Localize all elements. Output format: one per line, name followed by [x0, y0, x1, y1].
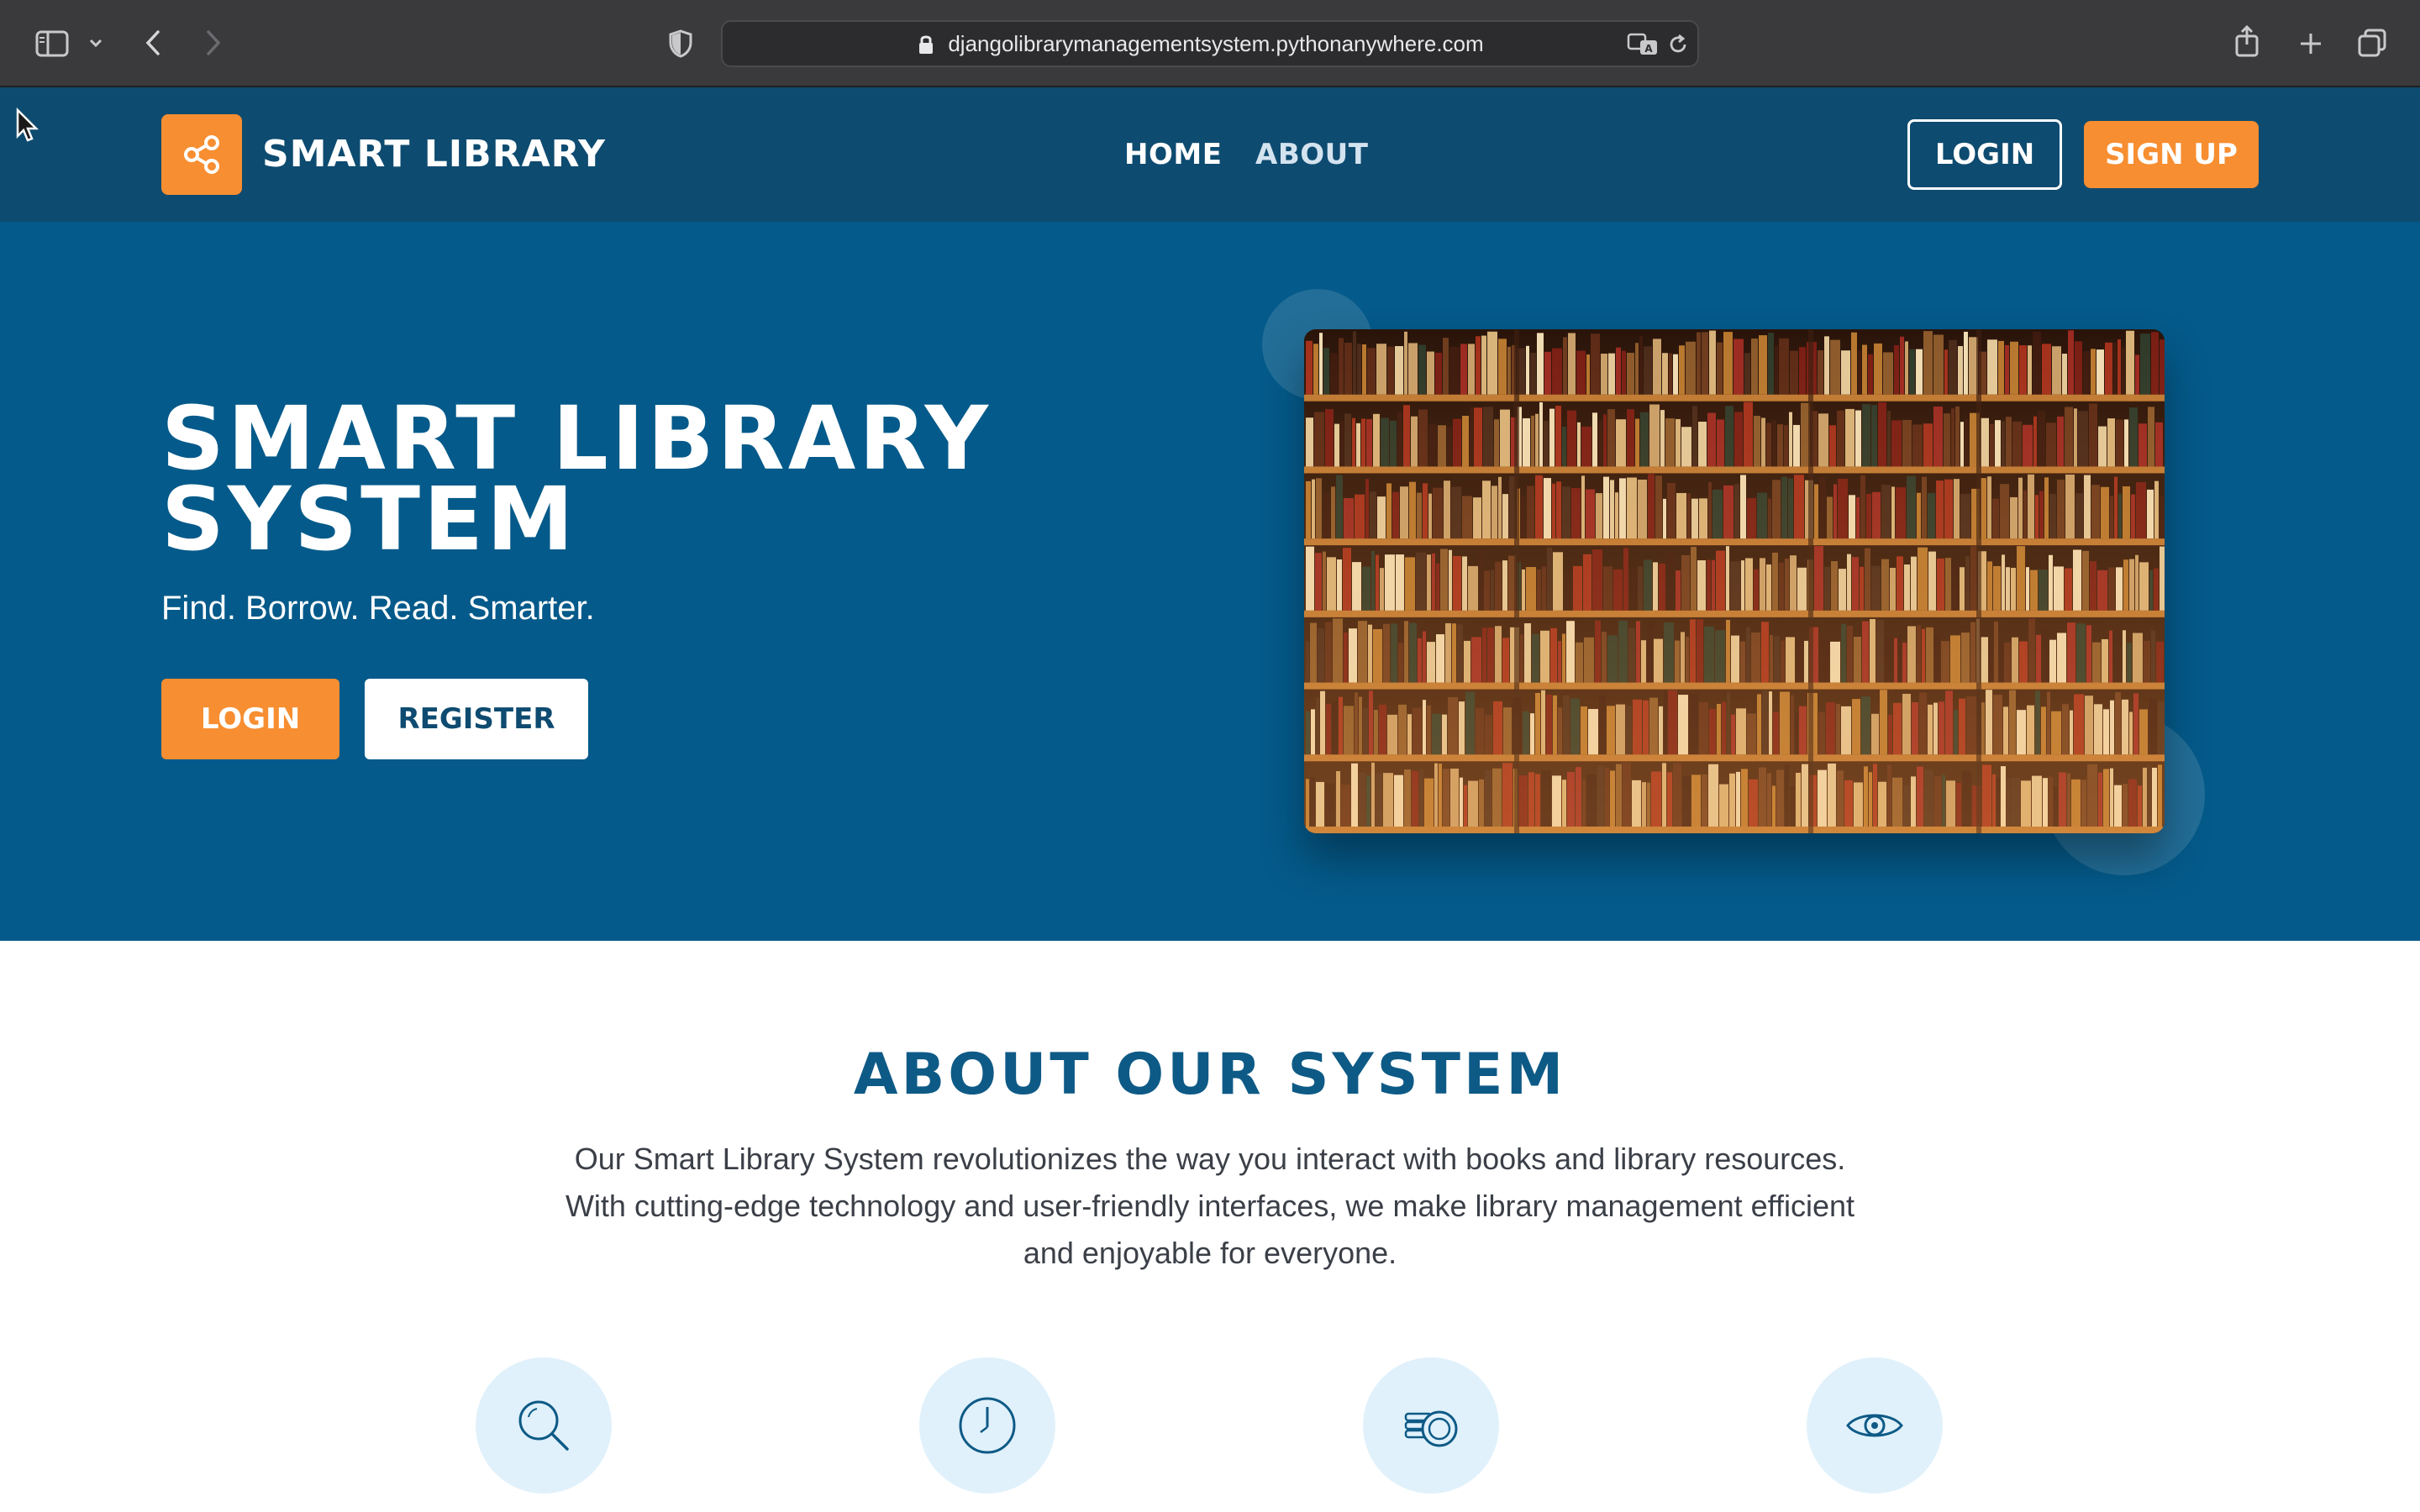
brand-name[interactable]: SMART LIBRARY	[262, 133, 606, 176]
clock-icon	[959, 1397, 1016, 1454]
about-text-line: With cutting-edge technology and user-fr…	[565, 1189, 1855, 1223]
about-text-line: Our Smart Library System revolutionizes …	[574, 1142, 1846, 1176]
hero-login-button[interactable]: LOGIN	[161, 679, 339, 759]
nav-about-link[interactable]: ABOUT	[1255, 134, 1368, 175]
reload-icon[interactable]	[1667, 34, 1689, 55]
about-title: ABOUT OUR SYSTEM	[853, 1042, 1567, 1108]
back-icon[interactable]	[138, 25, 168, 60]
hero-title-line: SYSTEM	[161, 468, 577, 570]
nav-home-link[interactable]: HOME	[1124, 134, 1222, 175]
brand-logo[interactable]	[161, 114, 242, 195]
share-icon	[184, 135, 219, 174]
eye-icon	[1846, 1414, 1903, 1437]
browser-toolbar: djangolibrarymanagementsystem.pythonanyw…	[0, 0, 2420, 87]
hero-section: SMART LIBRARY SYSTEM Find. Borrow. Read.…	[0, 222, 2420, 941]
plus-icon[interactable]	[2294, 27, 2328, 60]
feature-coins	[1363, 1357, 1499, 1494]
feature-search	[476, 1357, 612, 1494]
about-text-line: and enjoyable for everyone.	[1023, 1236, 1397, 1270]
signup-button[interactable]: SIGN UP	[2084, 121, 2259, 188]
forward-icon[interactable]	[198, 25, 229, 60]
tabs-icon[interactable]	[2354, 25, 2390, 60]
mouse-cursor-icon	[16, 108, 39, 142]
shield-icon[interactable]	[664, 27, 697, 60]
svg-text:A: A	[1644, 43, 1653, 55]
site-header: SMART LIBRARY HOME ABOUT LOGIN SIGN UP	[0, 87, 2420, 222]
feature-visibility	[1807, 1357, 1943, 1494]
translate-icon[interactable]: A	[1627, 32, 1659, 57]
hero-subtitle: Find. Borrow. Read. Smarter.	[161, 590, 595, 627]
bookshelf-illustration	[1304, 329, 2165, 833]
chevron-down-icon[interactable]	[86, 30, 106, 55]
coins-icon	[1404, 1410, 1458, 1447]
feature-time	[919, 1357, 1055, 1494]
sidebar-icon[interactable]	[32, 25, 72, 62]
login-button[interactable]: LOGIN	[1907, 119, 2062, 190]
share-icon[interactable]	[2230, 22, 2264, 60]
about-description: Our Smart Library System revolutionizes …	[538, 1136, 1882, 1277]
bookshelf-image	[1304, 329, 2165, 833]
hero-register-button[interactable]: REGISTER	[365, 679, 588, 759]
address-bar[interactable]: djangolibrarymanagementsystem.pythonanyw…	[721, 20, 1699, 67]
search-icon	[518, 1400, 569, 1451]
hero-title: SMART LIBRARY SYSTEM	[161, 387, 1170, 570]
hero-title-line: SMART LIBRARY	[161, 387, 992, 490]
url-text: djangolibrarymanagementsystem.pythonanyw…	[948, 31, 1484, 56]
